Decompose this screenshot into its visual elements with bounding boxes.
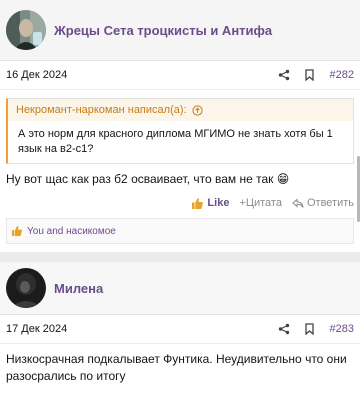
quote-text: А это норм для красного диплома МГИМО не… [8,121,353,163]
share-icon[interactable] [276,67,292,83]
share-icon[interactable] [276,321,292,337]
post-meta: 16 Дек 2024 #282 [0,61,360,90]
like-label: Like [207,197,230,209]
post-date[interactable]: 17 Дек 2024 [6,323,266,335]
post-meta: 17 Дек 2024 #283 [0,315,360,344]
reply-label: Ответить [306,197,354,209]
bookmark-icon[interactable] [302,67,318,83]
post-actions: Like +Цитата Ответить [0,188,360,218]
arrow-up-circle-icon[interactable] [191,104,203,116]
post-number-link[interactable]: #283 [330,323,354,335]
avatar[interactable] [6,10,46,50]
post-separator [0,252,360,262]
username[interactable]: Жрецы Сета троцкисты и Антифа [54,23,272,38]
bookmark-icon[interactable] [302,321,318,337]
thumbs-up-icon [11,225,23,237]
post-message: Ну вот щас как раз б2 осваивает, что вам… [6,172,290,186]
quote-button[interactable]: +Цитата [239,197,282,209]
quote-author: Некромант-наркоман написал(а): [16,104,187,116]
post-author-row: Милена [0,262,360,315]
quote-header[interactable]: Некромант-наркоман написал(а): [8,99,353,121]
post-282: Жрецы Сета троцкисты и Антифа 16 Дек 202… [0,0,360,252]
reply-button[interactable]: Ответить [292,197,354,209]
thumbs-up-icon [191,197,207,210]
reactions-bar[interactable]: You and насикомое [6,218,354,244]
username[interactable]: Милена [54,281,103,296]
post-number-link[interactable]: #282 [330,69,354,81]
post-author-row: Жрецы Сета троцкисты и Антифа [0,0,360,61]
reactions-text[interactable]: You and насикомое [27,226,116,237]
avatar[interactable] [6,268,46,308]
reply-icon [292,197,307,209]
post-date[interactable]: 16 Дек 2024 [6,69,266,81]
post-283: Милена 17 Дек 2024 #283 Низкосрачная под… [0,262,360,405]
like-button[interactable]: Like [191,197,229,210]
post-message: Низкосрачная подкалывает Фунтика. Неудив… [6,352,347,383]
quote-block: Некромант-наркоман написал(а): А это нор… [6,98,354,164]
